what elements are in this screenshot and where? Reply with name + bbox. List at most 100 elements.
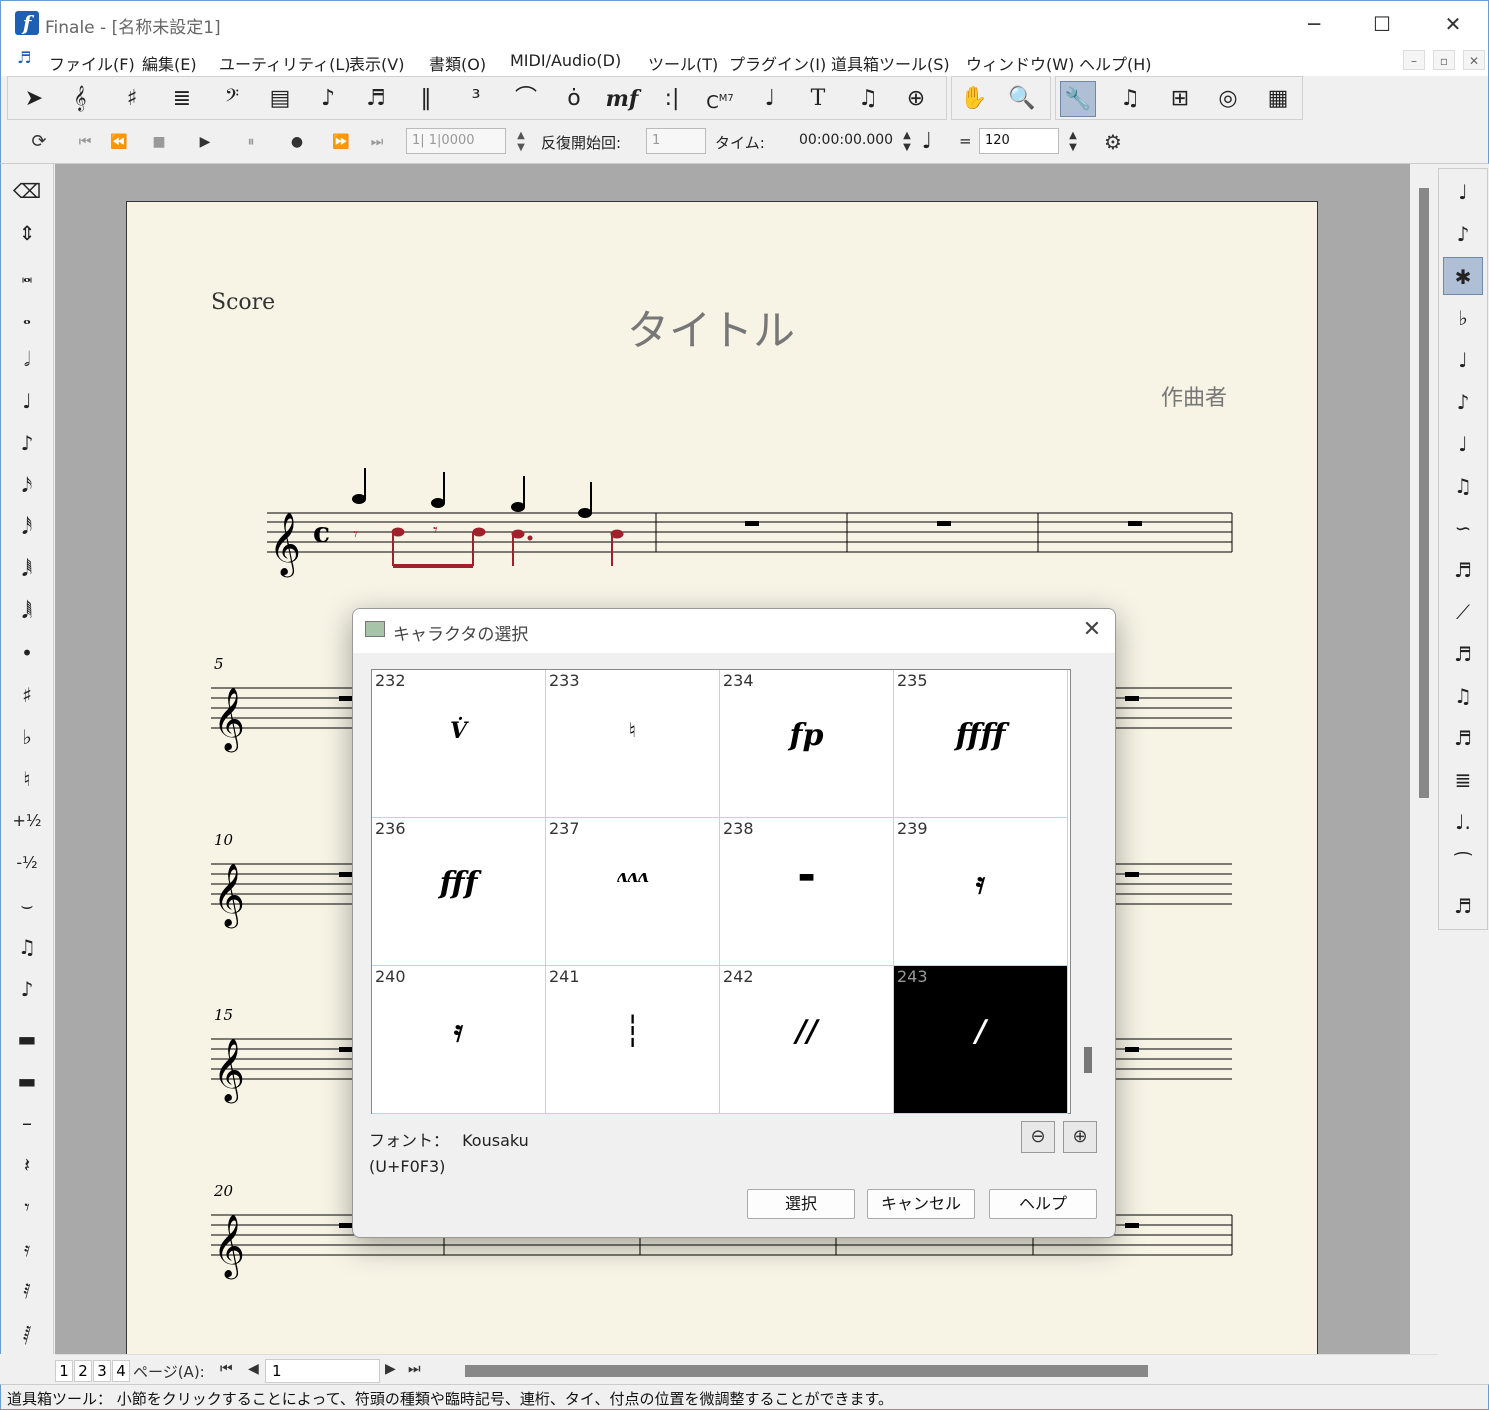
sixteenth-rest-icon[interactable]: 𝄿 [7, 1230, 47, 1268]
cancel-button[interactable]: キャンセル [867, 1189, 975, 1219]
accidental-mover-tool-icon[interactable]: ♭ [1443, 299, 1483, 337]
tuplet-icon[interactable]: ♫ [7, 928, 47, 966]
menu-plugins[interactable]: プラグイン(I) [729, 51, 826, 75]
expression-tool-icon[interactable]: mf [604, 81, 640, 117]
menu-toolbox-tools[interactable]: 道具箱ツール(S) [831, 51, 950, 75]
page-tab[interactable]: 2 [74, 1360, 92, 1382]
quarter-rest-icon[interactable]: 𝄽 [7, 1146, 47, 1184]
previous-page-icon[interactable]: ◀ [248, 1361, 259, 1377]
speedy-entry-tool-icon[interactable]: ♬ [358, 81, 394, 117]
secondary-beam-break-tool-icon[interactable]: ♬ [1443, 719, 1483, 757]
dialog-title-bar[interactable]: キャラクタの選択 ✕ [353, 609, 1115, 653]
help-button[interactable]: ヘルプ [989, 1189, 1097, 1219]
menu-window[interactable]: ウィンドウ(W) [966, 51, 1074, 75]
dot-tool-icon[interactable]: ♩. [1443, 803, 1483, 841]
maximize-button[interactable]: ☐ [1367, 11, 1397, 37]
character-cell-selected[interactable]: 243 / [894, 966, 1068, 1114]
first-page-icon[interactable]: ⏮ [220, 1361, 233, 1377]
rewind-button[interactable]: ⏪ [105, 130, 133, 154]
half-rest-icon[interactable]: ▬ [7, 1062, 47, 1100]
sharp-icon[interactable]: ♯ [7, 676, 47, 714]
eraser-icon[interactable]: ⌫ [7, 172, 47, 210]
tempo-note-icon[interactable]: ♩ [913, 130, 941, 154]
breve-icon[interactable]: 𝅜 [7, 256, 47, 294]
clef-tool-icon[interactable]: 𝄢 [214, 81, 250, 117]
beam-width-tool-icon[interactable]: ≣ [1443, 761, 1483, 799]
tie-tool-icon[interactable]: ⁀ [1443, 845, 1483, 883]
last-page-icon[interactable]: ⏭ [408, 1361, 421, 1377]
time-signature-tool-icon[interactable]: ≣ [164, 81, 200, 117]
32nd-note-icon[interactable]: 𝅘𝅥𝅰 [7, 508, 47, 546]
character-cell[interactable]: 232 V̇ [372, 670, 546, 818]
close-button[interactable]: ✕ [1438, 11, 1468, 37]
rewind-to-start-button[interactable]: ⏮ [71, 130, 99, 154]
menu-midi-audio[interactable]: MIDI/Audio(D) [510, 51, 621, 70]
notehead-position-tool-icon[interactable]: ♪ [1443, 215, 1483, 253]
character-grid-scroll-thumb[interactable] [1084, 1047, 1092, 1073]
repeat-tool-icon[interactable]: :| [654, 81, 690, 117]
character-grid-scrollbar[interactable] [1079, 669, 1097, 1114]
mirror-tool-icon[interactable]: ♫ [1112, 81, 1148, 117]
dialog-close-icon[interactable]: ✕ [1077, 615, 1107, 645]
breve-rest-icon[interactable]: – [7, 1104, 47, 1142]
128th-note-icon[interactable]: 𝅘𝅥𝅲 [7, 592, 47, 630]
repeat-start-select[interactable]: 1 [646, 128, 706, 154]
minimize-button[interactable]: ─ [1299, 11, 1329, 37]
hand-grabber-tool-icon[interactable]: ✋ [956, 81, 992, 117]
beam-stem-adjust-tool-icon[interactable]: ♬ [1443, 887, 1483, 925]
whole-rest-icon[interactable]: ▬ [7, 1020, 47, 1058]
fast-forward-button[interactable]: ⏩ [327, 130, 355, 154]
stem-length-tool-icon[interactable]: ♩ [1443, 341, 1483, 379]
character-cell[interactable]: 237 ʌʌʌ [546, 818, 720, 966]
horizontal-scroll-thumb[interactable] [465, 1365, 1148, 1377]
mass-edit-tool-icon[interactable]: ▦ [1260, 81, 1296, 117]
whole-note-icon[interactable]: 𝅝 [7, 298, 47, 336]
natural-icon[interactable]: ♮ [7, 760, 47, 798]
smart-shape-tool-icon[interactable]: ⌒ [508, 81, 544, 117]
play-button[interactable]: ▶ [191, 130, 219, 154]
shift-pitch-icon[interactable]: ⇕ [7, 214, 47, 252]
page-number-field[interactable]: 1 [265, 1359, 380, 1383]
menu-utilities[interactable]: ユーティリティ(L) [219, 51, 350, 75]
simple-entry-tool-icon[interactable]: ♪ [310, 81, 346, 117]
menu-view[interactable]: 表示(V) [349, 51, 404, 75]
character-cell[interactable]: 235 ffff [894, 670, 1068, 818]
stop-button[interactable]: ■ [145, 130, 173, 154]
tempo-spinner[interactable]: ▲ ▼ [1059, 130, 1087, 154]
character-cell[interactable]: 233 ♮ [546, 670, 720, 818]
record-button[interactable]: ● [283, 130, 311, 154]
half-step-up-icon[interactable]: +½ [7, 802, 47, 840]
measure-tool-icon[interactable]: ▤ [262, 81, 298, 117]
chord-tool-icon[interactable]: CM7 [702, 81, 738, 117]
half-note-icon[interactable]: 𝅗𝅥 [7, 340, 47, 378]
flat-icon[interactable]: ♭ [7, 718, 47, 756]
half-step-down-icon[interactable]: -½ [7, 844, 47, 882]
zoom-in-icon[interactable]: ⊕ [1063, 1121, 1097, 1153]
menu-help[interactable]: ヘルプ(H) [1079, 51, 1152, 75]
secondary-beam-angle-tool-icon[interactable]: ♫ [1443, 677, 1483, 715]
page-tab[interactable]: 3 [93, 1360, 111, 1382]
eighth-note-icon[interactable]: ♪ [7, 424, 47, 462]
page-tab[interactable]: 1 [55, 1360, 73, 1382]
resize-tool-icon[interactable]: ♫ [850, 81, 886, 117]
64th-rest-icon[interactable]: 𝅁 [7, 1314, 47, 1352]
stem-direction-tool-icon[interactable]: ♩ [1443, 425, 1483, 463]
key-signature-tool-icon[interactable]: ♯ [114, 81, 150, 117]
next-page-icon[interactable]: ▶ [385, 1361, 396, 1377]
mdi-minimize-button[interactable]: – [1403, 50, 1425, 70]
staff-tool-icon[interactable]: 𝄞 [62, 81, 98, 117]
dot-icon[interactable]: • [7, 634, 47, 672]
tuplet-tool-icon[interactable]: ³ [458, 81, 494, 117]
selection-tool-icon[interactable]: ➤ [16, 81, 52, 117]
pause-button[interactable]: ⏸ [237, 130, 265, 154]
character-cell[interactable]: 234 fp [720, 670, 894, 818]
select-button[interactable]: 選択 [747, 1189, 855, 1219]
mdi-restore-button[interactable]: ▫ [1433, 50, 1455, 70]
broken-beam-tool-icon[interactable]: ♪ [1443, 383, 1483, 421]
custom-stem-tool-icon[interactable]: ♬ [1443, 551, 1483, 589]
quarter-note-icon[interactable]: ♩ [7, 382, 47, 420]
character-cell[interactable]: 238 ▬ [720, 818, 894, 966]
character-cell[interactable]: 241 ┆ [546, 966, 720, 1114]
vertical-scroll-thumb[interactable] [1419, 188, 1429, 798]
zoom-tool-icon[interactable]: 🔍 [1004, 81, 1040, 117]
